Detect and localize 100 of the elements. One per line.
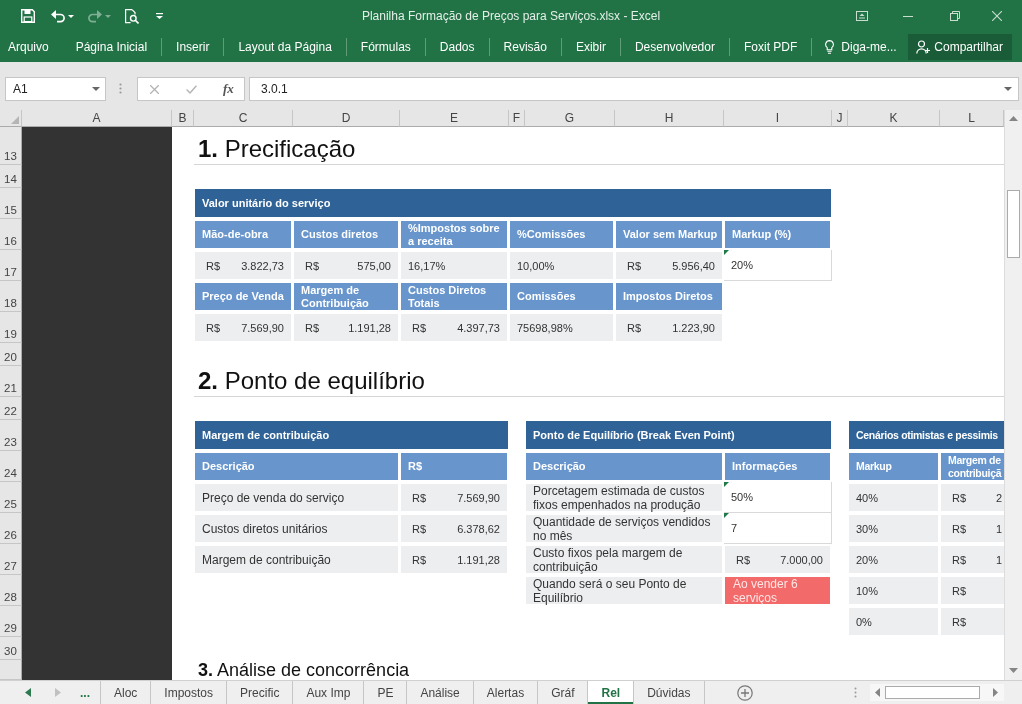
caret-icon[interactable]: [92, 87, 100, 91]
scroll-thumb[interactable]: [1007, 190, 1020, 258]
row-header[interactable]: 16: [0, 219, 22, 250]
sheet-tab[interactable]: PE: [364, 681, 408, 704]
table-title: Cenários otimistas e pessimis: [849, 421, 1004, 449]
column-header[interactable]: D: [293, 110, 400, 127]
row-header[interactable]: 24: [0, 451, 22, 482]
input-cell[interactable]: 7: [724, 513, 832, 544]
more-tabs-button[interactable]: ...: [80, 685, 90, 700]
plus-circle-icon[interactable]: [736, 684, 753, 701]
row-header[interactable]: 25: [0, 482, 22, 513]
row-header[interactable]: 17: [0, 250, 22, 281]
insert-function-button[interactable]: fx: [223, 81, 234, 97]
description-cell: Custo fixos pela margem de contribuição: [526, 546, 722, 573]
sheet-tab[interactable]: Dúvidas: [634, 681, 705, 704]
ribbon-tab[interactable]: Arquivo: [0, 38, 49, 56]
description-cell: Quando será o seu Ponto de Equilíbrio: [526, 577, 722, 604]
header-cell: Custos Diretos Totais: [401, 283, 507, 310]
name-box[interactable]: A1: [5, 77, 106, 101]
input-cell[interactable]: 20%: [724, 250, 832, 281]
row-header[interactable]: 30: [0, 637, 22, 660]
scroll-thumb[interactable]: [885, 686, 980, 699]
row-header[interactable]: 14: [0, 165, 22, 188]
amount-text: 1.191,28: [457, 553, 500, 566]
amount-text: 1.191,28: [348, 321, 391, 334]
row-header[interactable]: 18: [0, 281, 22, 312]
column-header[interactable]: J: [832, 110, 848, 127]
undo-icon[interactable]: [51, 9, 65, 23]
save-icon[interactable]: [21, 9, 35, 23]
row-header[interactable]: 29: [0, 606, 22, 637]
input-cell[interactable]: 50%: [724, 482, 832, 513]
header-cell: Custos diretos: [294, 221, 398, 248]
ribbon-tab[interactable]: Fórmulas: [346, 38, 426, 56]
section-heading: 3. Análise de concorrência: [198, 660, 410, 680]
ribbon-tab[interactable]: Exibir: [561, 38, 621, 56]
row-header[interactable]: 22: [0, 397, 22, 420]
ribbon-tab[interactable]: Inserir: [162, 38, 225, 56]
sheet-tab[interactable]: Rel: [588, 681, 635, 704]
right-arrow-icon[interactable]: [993, 688, 998, 697]
minimize-icon[interactable]: [903, 15, 913, 17]
close-icon[interactable]: [992, 11, 1002, 21]
column-header[interactable]: F: [509, 110, 525, 127]
column-header[interactable]: A: [22, 110, 172, 127]
tell-me-button[interactable]: Diga-me...: [825, 40, 897, 54]
share-button[interactable]: Compartilhar: [908, 34, 1012, 60]
row-header[interactable]: 23: [0, 420, 22, 451]
header-cell: Markup (%): [725, 221, 830, 248]
column-header[interactable]: C: [194, 110, 293, 127]
corner-marker-icon: [724, 250, 729, 255]
row-header[interactable]: 21: [0, 366, 22, 397]
row-header[interactable]: 28: [0, 575, 22, 606]
column-header[interactable]: E: [400, 110, 509, 127]
ribbon-tab[interactable]: Página Inicial: [61, 38, 163, 56]
left-arrow-icon[interactable]: [25, 688, 31, 697]
ribbon-tab[interactable]: Desenvolvedor: [620, 38, 730, 56]
amount-text: 6.378,62: [457, 522, 500, 535]
ribbon-tab[interactable]: Foxit PDF: [729, 38, 813, 56]
sheet-tab[interactable]: Aux Imp: [293, 681, 365, 704]
currency-symbol: R$: [305, 321, 320, 334]
restore-icon[interactable]: [950, 11, 960, 21]
row-header[interactable]: 13: [0, 127, 22, 165]
column-header[interactable]: G: [525, 110, 615, 127]
row-header[interactable]: 15: [0, 188, 22, 219]
caret-icon[interactable]: [1004, 87, 1012, 91]
ribbon-tab[interactable]: Dados: [425, 38, 490, 56]
ribbon-tab[interactable]: Revisão: [489, 38, 562, 56]
row-header[interactable]: 27: [0, 544, 22, 575]
column-header[interactable]: B: [172, 110, 194, 127]
column-header[interactable]: I: [724, 110, 832, 127]
left-arrow-icon[interactable]: [875, 688, 880, 697]
vertical-dots-icon[interactable]: [854, 687, 857, 698]
sheet-tab[interactable]: Aloc: [101, 681, 152, 704]
section-heading: 1. Precificação: [198, 135, 356, 163]
sheet-tab[interactable]: Análise: [407, 681, 474, 704]
description-cell: Custos diretos unitários: [195, 515, 398, 542]
sheet-tab[interactable]: Alertas: [473, 681, 539, 704]
column-header[interactable]: K: [848, 110, 940, 127]
currency-symbol: R$: [412, 553, 427, 566]
ribbon-tab[interactable]: Layout da Página: [224, 38, 347, 56]
horizontal-scrollbar[interactable]: [870, 684, 1004, 701]
currency-symbol: R$: [627, 321, 642, 334]
corner-marker-icon: [724, 482, 729, 487]
page-magnifier-icon[interactable]: [124, 8, 139, 24]
down-arrow-icon[interactable]: [1009, 668, 1018, 673]
caret-icon[interactable]: [68, 14, 74, 18]
up-arrow-icon[interactable]: [1009, 116, 1018, 121]
sheet-tab[interactable]: Precific: [227, 681, 294, 704]
formula-field[interactable]: 3.0.1: [249, 77, 1019, 101]
column-header[interactable]: L: [940, 110, 1004, 127]
row-header[interactable]: 20: [0, 343, 22, 366]
amount-text: 1: [995, 522, 1002, 535]
customize-caret-icon[interactable]: [156, 13, 163, 19]
vertical-dots-icon[interactable]: [119, 83, 122, 94]
description-cell: Quantidade de serviços vendidos no mês: [526, 515, 722, 542]
vertical-scrollbar[interactable]: [1004, 110, 1022, 680]
column-header[interactable]: H: [615, 110, 724, 127]
sheet-tab[interactable]: Impostos: [151, 681, 228, 704]
row-header[interactable]: 19: [0, 312, 22, 343]
row-header[interactable]: 26: [0, 513, 22, 544]
currency-symbol: R$: [206, 259, 221, 272]
